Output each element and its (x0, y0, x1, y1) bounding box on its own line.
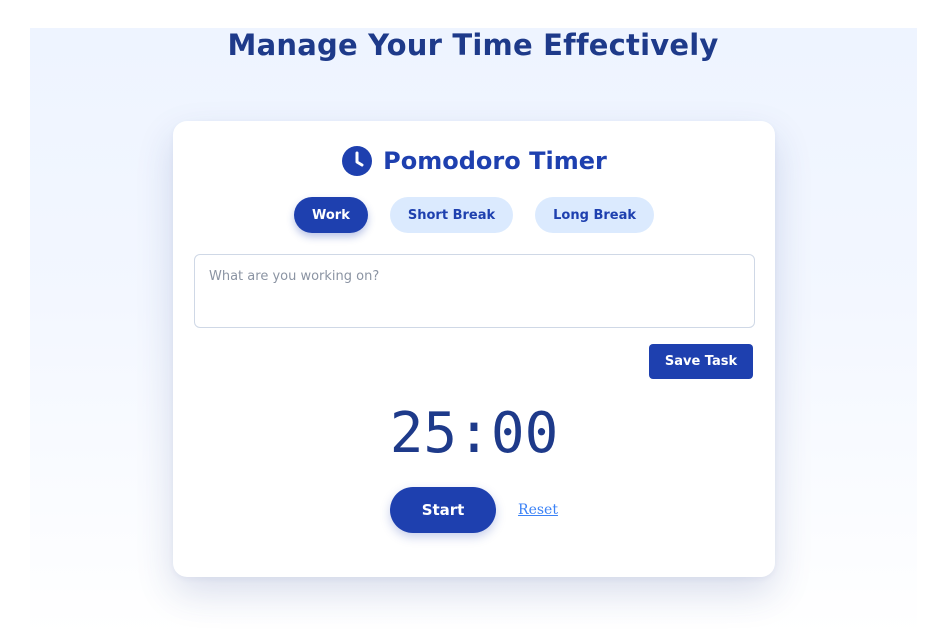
tab-short-break[interactable]: Short Break (389, 197, 514, 233)
tab-work[interactable]: Work (294, 197, 368, 233)
mode-tabs: Work Short Break Long Break (173, 197, 775, 233)
timer-display: 25:00 (389, 401, 559, 466)
task-input[interactable] (194, 254, 755, 328)
tab-long-break[interactable]: Long Break (535, 197, 654, 233)
start-button[interactable]: Start (390, 487, 497, 533)
card-header: Pomodoro Timer (173, 143, 775, 179)
card-title: Pomodoro Timer (383, 147, 607, 175)
page-title: Manage Your Time Effectively (227, 28, 719, 62)
timer-controls: Start Reset (173, 487, 775, 533)
save-task-button[interactable]: Save Task (649, 344, 753, 379)
pomodoro-card: Pomodoro Timer Work Short Break Long Bre… (173, 121, 775, 577)
clock-icon (341, 145, 373, 177)
reset-link[interactable]: Reset (518, 502, 558, 518)
